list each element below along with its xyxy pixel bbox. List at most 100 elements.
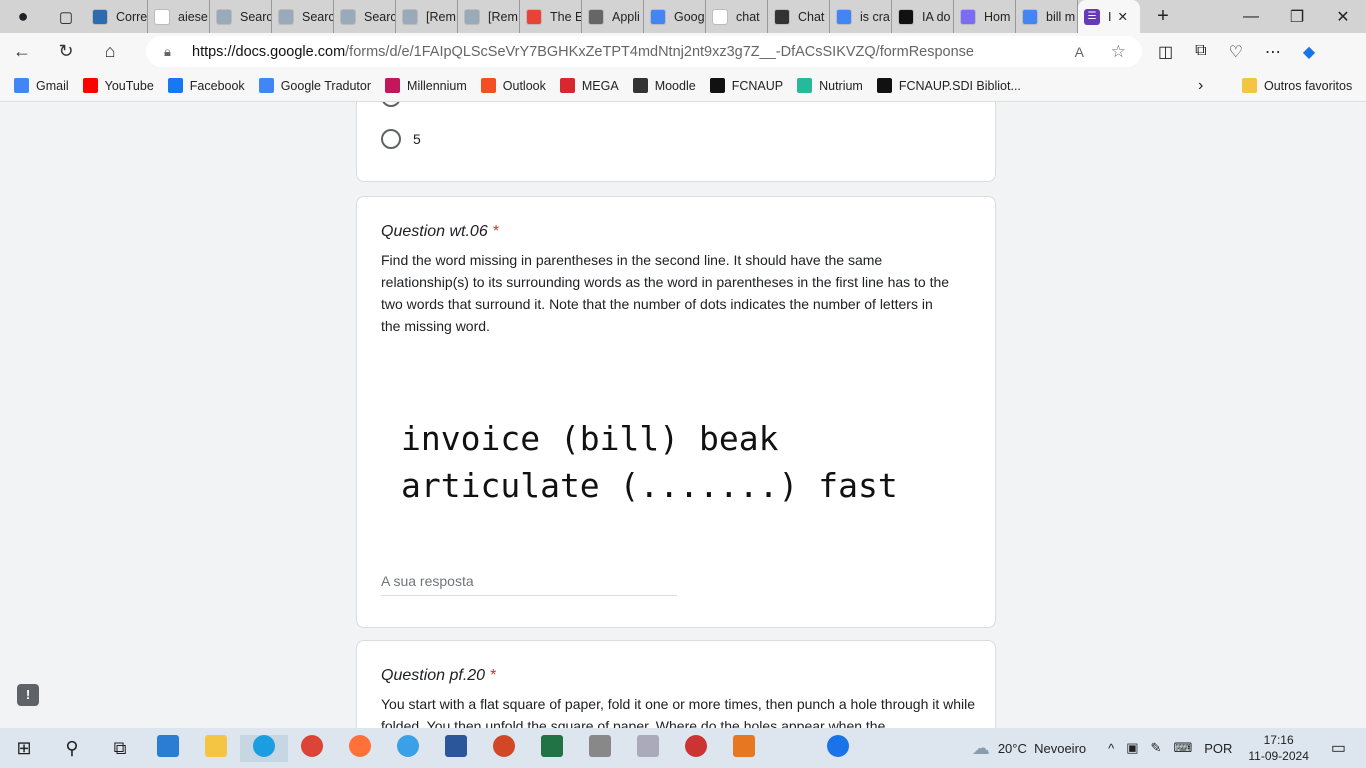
help-icon[interactable]: [814, 734, 862, 762]
bookmark[interactable]: Outlook: [480, 78, 546, 93]
back-button[interactable]: ←: [0, 41, 44, 62]
bookmark-favicon-icon: [797, 78, 813, 93]
folder-icon: [1242, 78, 1257, 93]
tab[interactable]: Chat: [768, 0, 830, 33]
bookmark-favicon-icon: [385, 78, 401, 93]
taskbar: ⊞ ⚲ ⧉ ☁ 20°C Nevoeiro ^ ▣ ✎ ⌨ POR 17:16 1…: [0, 728, 1366, 768]
clock[interactable]: 17:16 11-09-2024: [1248, 732, 1309, 764]
restore-button[interactable]: ❐: [1274, 7, 1320, 27]
tab-active[interactable]: ☰ I ✕: [1078, 0, 1140, 33]
radio-circle[interactable]: [381, 129, 401, 149]
favorite-star-icon[interactable]: ☆: [1111, 42, 1126, 62]
bookmark[interactable]: Google Tradutor: [258, 78, 371, 93]
tab[interactable]: is cra: [830, 0, 892, 33]
profile-icon[interactable]: ●: [0, 6, 46, 27]
tab[interactable]: aiese: [148, 0, 210, 33]
weather-icon[interactable]: ☁: [972, 738, 990, 759]
notifications-icon[interactable]: ▭: [1331, 738, 1346, 758]
tab-favicon-icon: [588, 8, 604, 25]
tab[interactable]: Goog: [644, 0, 706, 33]
question-description: You start with a flat square of paper, f…: [381, 696, 976, 728]
collections-icon[interactable]: ⧉: [1195, 42, 1206, 62]
tab[interactable]: Appli: [582, 0, 644, 33]
bookmark[interactable]: Gmail: [14, 78, 69, 93]
weather-text[interactable]: 20°C Nevoeiro: [998, 741, 1086, 756]
bookmark[interactable]: YouTube: [82, 78, 154, 93]
refresh-button[interactable]: ↻: [44, 41, 88, 62]
ie-app[interactable]: [384, 734, 432, 762]
radio-option-5[interactable]: 5: [381, 129, 421, 149]
mail-app[interactable]: [144, 734, 192, 762]
tab-list: Corre aiese Searc Searc Searc [Rem [Rem The E Ap…: [86, 0, 1078, 33]
tab-favicon-icon: [898, 8, 914, 25]
read-aloud-icon[interactable]: A: [1075, 44, 1084, 60]
other-favorites[interactable]: Outros favoritos: [1242, 78, 1352, 93]
keyboard-icon[interactable]: ⌨: [1173, 740, 1192, 756]
calculator-app[interactable]: [576, 734, 624, 762]
tab[interactable]: The E: [520, 0, 582, 33]
tab[interactable]: [Rem: [396, 0, 458, 33]
tab-favicon-icon: [92, 8, 108, 25]
bookmark[interactable]: Millennium: [385, 78, 467, 93]
tab[interactable]: [Rem: [458, 0, 520, 33]
chevron-right-icon[interactable]: ›: [1198, 77, 1203, 95]
minimize-button[interactable]: —: [1228, 8, 1274, 26]
app-s-icon[interactable]: [720, 734, 768, 762]
question-card-pf20: Question pf.20 * You start with a flat s…: [356, 640, 996, 728]
bookmark[interactable]: MEGA: [559, 78, 619, 93]
more-menu-icon[interactable]: ⋯: [1265, 42, 1281, 62]
tab-actions-icon[interactable]: ▢: [46, 8, 86, 26]
bookmark[interactable]: Nutrium: [797, 78, 863, 93]
pen-icon[interactable]: ✎: [1151, 740, 1162, 756]
tab-favicon-icon: [712, 8, 728, 25]
question-image: invoice (bill) beak articulate (.......)…: [401, 419, 898, 505]
chevron-up-icon[interactable]: ^: [1108, 741, 1114, 756]
bookmark[interactable]: FCNAUP: [709, 78, 783, 93]
question-title: Question pf.20 *: [381, 667, 496, 684]
answer-input[interactable]: A sua resposta: [381, 573, 677, 596]
firefox-app[interactable]: [336, 734, 384, 762]
tab-favicon-icon: [402, 8, 418, 25]
edge-app[interactable]: [240, 734, 288, 762]
copilot-icon[interactable]: ◆: [1303, 42, 1315, 62]
radio-option[interactable]: [381, 102, 401, 107]
split-screen-icon[interactable]: ◫: [1158, 42, 1173, 62]
search-icon[interactable]: ⚲: [48, 738, 96, 759]
bookmark-favicon-icon: [82, 78, 98, 93]
bookmark-favicon-icon: [167, 78, 183, 93]
tab[interactable]: Searc: [272, 0, 334, 33]
previous-question-card: 5: [356, 102, 996, 182]
meet-icon[interactable]: ▣: [1126, 740, 1138, 756]
close-window-button[interactable]: ✕: [1320, 7, 1366, 27]
excel-app[interactable]: [528, 734, 576, 762]
tab[interactable]: bill m: [1016, 0, 1078, 33]
task-view-icon[interactable]: ⧉: [96, 738, 144, 759]
tab[interactable]: Corre: [86, 0, 148, 33]
tab[interactable]: Searc: [210, 0, 272, 33]
start-button[interactable]: ⊞: [0, 738, 48, 759]
photos-app[interactable]: [624, 734, 672, 762]
tab-favicon-icon: [278, 8, 294, 25]
bookmark[interactable]: Moodle: [632, 78, 696, 93]
close-tab-icon[interactable]: ✕: [1117, 9, 1127, 24]
app-icon[interactable]: [672, 734, 720, 762]
chrome-app[interactable]: [288, 734, 336, 762]
bookmark[interactable]: Facebook: [167, 78, 245, 93]
tab[interactable]: chat: [706, 0, 768, 33]
language-indicator[interactable]: POR: [1204, 741, 1232, 756]
feedback-icon[interactable]: !: [17, 684, 39, 706]
tab[interactable]: IA do: [892, 0, 954, 33]
bookmark-favicon-icon: [559, 78, 575, 93]
bookmark-favicon-icon: [258, 78, 274, 93]
url-input[interactable]: 🔒︎ https://docs.google.com/forms/d/e/1FA…: [146, 36, 1142, 67]
browser-essentials-icon[interactable]: ♡: [1229, 42, 1243, 62]
home-button[interactable]: ⌂: [88, 41, 132, 62]
new-tab-button[interactable]: +: [1140, 5, 1186, 28]
bookmark[interactable]: FCNAUP.SDI Bibliot...: [876, 78, 1021, 93]
tab[interactable]: Hom: [954, 0, 1016, 33]
file-explorer-app[interactable]: [192, 734, 240, 762]
tab[interactable]: Searc: [334, 0, 396, 33]
word-app[interactable]: [432, 734, 480, 762]
tab-favicon-icon: [960, 8, 976, 25]
powerpoint-app[interactable]: [480, 734, 528, 762]
